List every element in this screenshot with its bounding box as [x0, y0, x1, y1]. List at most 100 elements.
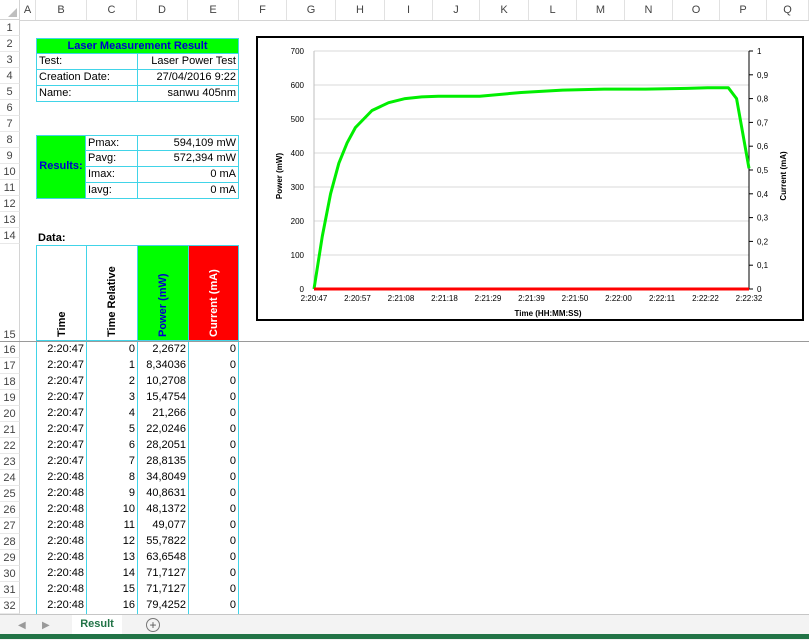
sheet-scroll-right-icon[interactable]: ▶ — [42, 620, 50, 631]
data-cell[interactable]: 0 — [86, 342, 138, 358]
power-chart[interactable]: 0 100 200 300 400 500 600 700 0 0,1 0,2 0,3 0,4 0,5 0,… — [256, 36, 804, 321]
data-cell[interactable]: 1 — [86, 358, 138, 374]
data-cell[interactable]: 10 — [86, 502, 138, 518]
row-header-1[interactable]: 1 — [0, 20, 20, 36]
row-header-20[interactable]: 20 — [0, 406, 20, 422]
data-cell[interactable]: 15,4754 — [137, 390, 189, 406]
row-header-11[interactable]: 11 — [0, 180, 20, 196]
row-header-18[interactable]: 18 — [0, 374, 20, 390]
data-cell[interactable]: 2:20:48 — [36, 598, 87, 614]
column-header-o[interactable]: O — [673, 0, 720, 20]
row-header-6[interactable]: 6 — [0, 100, 20, 116]
data-cell[interactable]: 15 — [86, 582, 138, 598]
data-cell[interactable]: 22,0246 — [137, 422, 189, 438]
column-header-h[interactable]: H — [336, 0, 385, 20]
data-cell[interactable]: 8,34036 — [137, 358, 189, 374]
row-header-26[interactable]: 26 — [0, 502, 20, 518]
plus-circle-icon[interactable]: + — [146, 618, 160, 632]
data-cell[interactable]: 12 — [86, 534, 138, 550]
row-header-10[interactable]: 10 — [0, 164, 20, 180]
data-cell[interactable]: 0 — [188, 550, 239, 566]
row-header-29[interactable]: 29 — [0, 550, 20, 566]
row-header-31[interactable]: 31 — [0, 582, 20, 598]
info-value[interactable]: sanwu 405nm — [137, 86, 239, 102]
result-label[interactable]: Pmax: — [86, 135, 138, 151]
data-cell[interactable]: 4 — [86, 406, 138, 422]
row-header-19[interactable]: 19 — [0, 390, 20, 406]
row-header-2[interactable]: 2 — [0, 36, 20, 52]
column-header-j[interactable]: J — [433, 0, 480, 20]
column-header-f[interactable]: F — [239, 0, 287, 20]
row-header-9[interactable]: 9 — [0, 148, 20, 164]
row-header-13[interactable]: 13 — [0, 212, 20, 228]
data-cell[interactable]: 7 — [86, 454, 138, 470]
data-cell[interactable]: 2 — [86, 374, 138, 390]
data-cell[interactable]: 2:20:48 — [36, 566, 87, 582]
report-title[interactable]: Laser Measurement Result — [36, 38, 239, 54]
row-header-21[interactable]: 21 — [0, 422, 20, 438]
data-cell[interactable]: 2:20:48 — [36, 470, 87, 486]
data-cell[interactable]: 6 — [86, 438, 138, 454]
data-cell[interactable]: 0 — [188, 534, 239, 550]
data-cell[interactable]: 0 — [188, 390, 239, 406]
column-header-p[interactable]: P — [720, 0, 767, 20]
data-cell[interactable]: 0 — [188, 470, 239, 486]
column-header-b[interactable]: B — [36, 0, 87, 20]
data-cell[interactable]: 0 — [188, 422, 239, 438]
data-cell[interactable]: 34,8049 — [137, 470, 189, 486]
sheet-scroll-left-icon[interactable]: ◀ — [18, 620, 26, 631]
result-value[interactable]: 594,109 mW — [137, 135, 239, 151]
result-label[interactable]: Iavg: — [86, 183, 138, 199]
data-cell[interactable]: 71,7127 — [137, 582, 189, 598]
data-cell[interactable]: 9 — [86, 486, 138, 502]
info-value[interactable]: Laser Power Test — [137, 54, 239, 70]
row-header-16[interactable]: 16 — [0, 342, 20, 358]
row-header-4[interactable]: 4 — [0, 68, 20, 84]
data-cell[interactable]: 2,2672 — [137, 342, 189, 358]
column-header-i[interactable]: I — [385, 0, 433, 20]
data-cell[interactable]: 79,4252 — [137, 598, 189, 614]
data-cell[interactable]: 21,266 — [137, 406, 189, 422]
row-header-25[interactable]: 25 — [0, 486, 20, 502]
data-cell[interactable]: 14 — [86, 566, 138, 582]
select-all-corner[interactable] — [0, 0, 20, 20]
data-cell[interactable]: 49,077 — [137, 518, 189, 534]
row-header-27[interactable]: 27 — [0, 518, 20, 534]
row-header-17[interactable]: 17 — [0, 358, 20, 374]
data-cell[interactable]: 2:20:47 — [36, 374, 87, 390]
data-cell[interactable]: 0 — [188, 406, 239, 422]
data-cell[interactable]: 2:20:47 — [36, 454, 87, 470]
data-cell[interactable]: 3 — [86, 390, 138, 406]
data-cell[interactable]: 71,7127 — [137, 566, 189, 582]
data-cell[interactable]: 11 — [86, 518, 138, 534]
column-header-l[interactable]: L — [529, 0, 577, 20]
data-cell[interactable]: 2:20:47 — [36, 422, 87, 438]
row-header-30[interactable]: 30 — [0, 566, 20, 582]
data-cell[interactable]: 2:20:48 — [36, 582, 87, 598]
column-header-d[interactable]: D — [137, 0, 188, 20]
data-cell[interactable]: 0 — [188, 454, 239, 470]
data-cell[interactable]: 55,7822 — [137, 534, 189, 550]
results-label-cell[interactable]: Results: — [36, 135, 86, 199]
data-cell[interactable]: 2:20:48 — [36, 518, 87, 534]
column-header-a[interactable]: A — [20, 0, 36, 20]
data-cell[interactable]: 0 — [188, 342, 239, 358]
data-cell[interactable]: 0 — [188, 438, 239, 454]
data-cell[interactable]: 8 — [86, 470, 138, 486]
column-header-c[interactable]: C — [87, 0, 137, 20]
info-label[interactable]: Test: — [36, 54, 138, 70]
data-cell[interactable]: 16 — [86, 598, 138, 614]
data-cell[interactable]: 13 — [86, 550, 138, 566]
data-cell[interactable]: 0 — [188, 582, 239, 598]
data-cell[interactable]: 0 — [188, 374, 239, 390]
column-header-k[interactable]: K — [480, 0, 529, 20]
data-cell[interactable]: 28,8135 — [137, 454, 189, 470]
data-cell[interactable]: 0 — [188, 566, 239, 582]
info-label[interactable]: Creation Date: — [36, 70, 138, 86]
data-cell[interactable]: 2:20:48 — [36, 550, 87, 566]
column-header-q[interactable]: Q — [767, 0, 809, 20]
info-label[interactable]: Name: — [36, 86, 138, 102]
column-header-g[interactable]: G — [287, 0, 336, 20]
data-cell[interactable]: 10,2708 — [137, 374, 189, 390]
row-header-28[interactable]: 28 — [0, 534, 20, 550]
